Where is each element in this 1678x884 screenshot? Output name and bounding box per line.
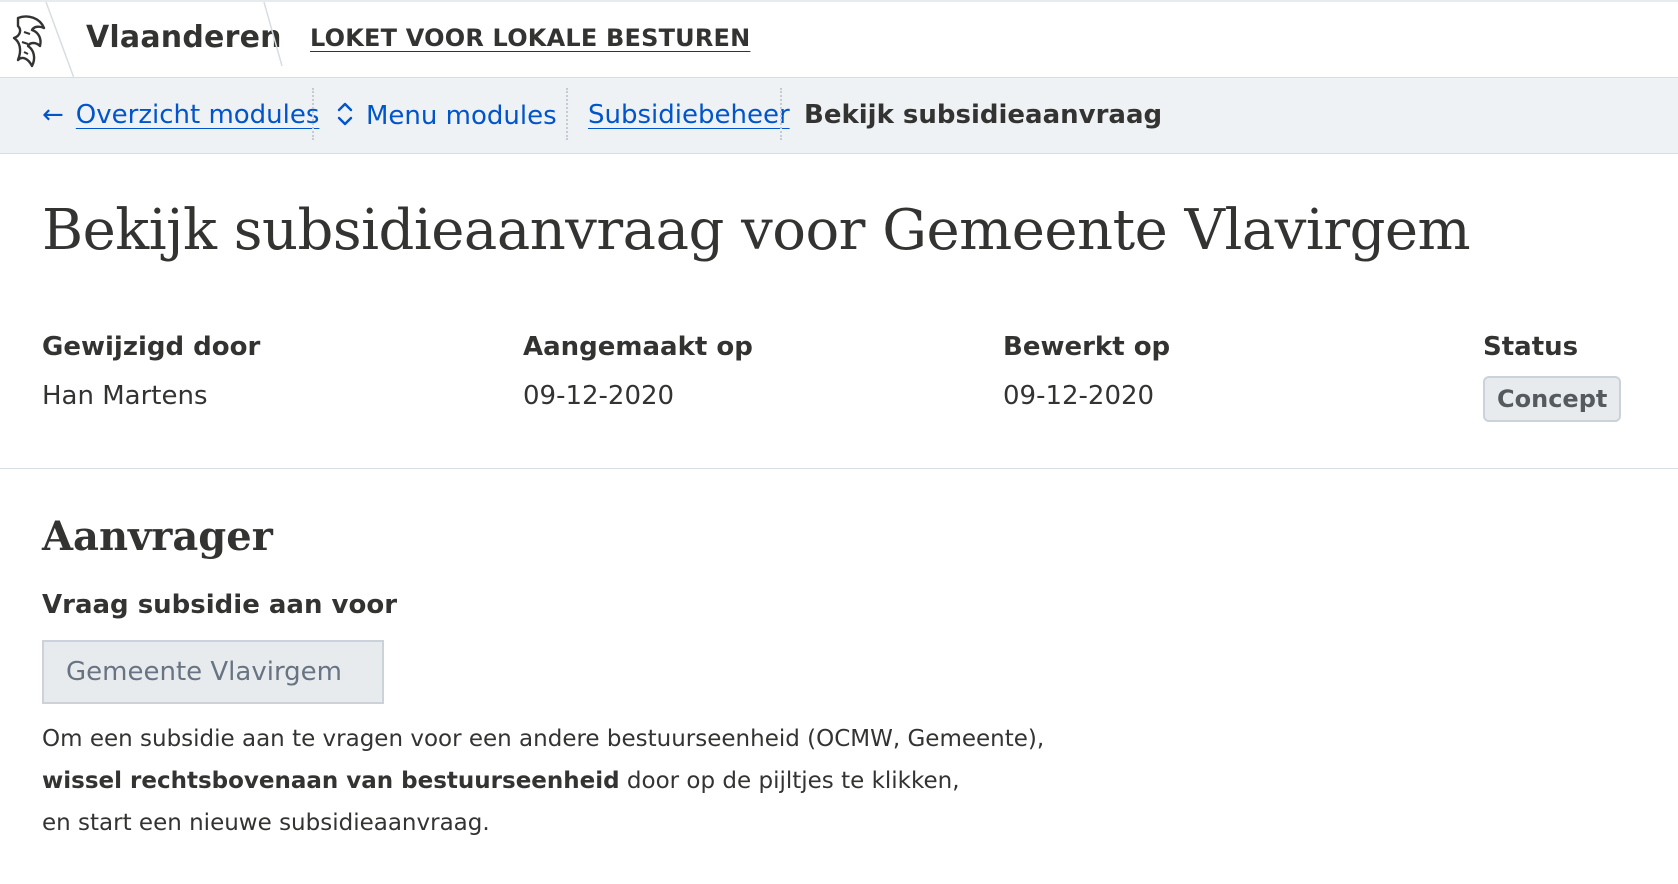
breadcrumb-overzicht-modules[interactable]: ← Overzicht modules bbox=[42, 100, 319, 130]
meta-value: 09-12-2020 bbox=[523, 381, 675, 411]
meta-value: 09-12-2020 bbox=[1003, 381, 1155, 411]
breadcrumb-label: Overzicht modules bbox=[75, 100, 320, 130]
meta-label: Status bbox=[1483, 332, 1579, 362]
page-title: Bekijk subsidieaanvraag voor Gemeente Vl… bbox=[42, 198, 1471, 263]
breadcrumb-separator bbox=[566, 88, 568, 140]
help-line: wissel rechtsbovenaan van bestuurseenhei… bbox=[42, 760, 1044, 802]
meta-created-on: Aangemaakt op 09-12-2020 bbox=[523, 330, 753, 412]
breadcrumb-label: Menu modules bbox=[366, 101, 557, 131]
meta-label: Aangemaakt op bbox=[523, 332, 753, 362]
meta-status: Status Concept bbox=[1483, 330, 1622, 422]
global-header: Vlaanderen LOKET VOOR LOKALE BESTUREN bbox=[0, 0, 1678, 78]
meta-edited-on: Bewerkt op 09-12-2020 bbox=[1003, 330, 1170, 412]
breadcrumb-subsidiebeheer[interactable]: Subsidiebeheer bbox=[588, 100, 790, 130]
breadcrumb: ← Overzicht modules Menu modules Subsidie… bbox=[0, 78, 1678, 154]
help-emphasis: wissel rechtsbovenaan van bestuurseenhei… bbox=[42, 768, 620, 794]
help-text: Om een subsidie aan te vragen voor een a… bbox=[42, 718, 1044, 844]
brand-name: Vlaanderen bbox=[86, 20, 282, 55]
applicant-field[interactable] bbox=[42, 640, 384, 704]
help-line-rest: door op de pijltjes te klikken, bbox=[619, 768, 960, 794]
breadcrumb-menu-modules[interactable]: Menu modules bbox=[336, 100, 557, 131]
field-label: Vraag subsidie aan voor bbox=[42, 590, 398, 620]
meta-value: Han Martens bbox=[42, 381, 208, 411]
chevron-up-down-icon bbox=[336, 100, 354, 131]
help-line: Om een subsidie aan te vragen voor een a… bbox=[42, 726, 1045, 752]
breadcrumb-separator bbox=[312, 88, 314, 140]
status-badge: Concept bbox=[1483, 376, 1622, 422]
section-divider bbox=[0, 468, 1678, 469]
app-title-link[interactable]: LOKET VOOR LOKALE BESTUREN bbox=[310, 24, 750, 52]
breadcrumb-separator bbox=[780, 88, 782, 140]
vlaanderen-lion-logo-icon[interactable] bbox=[0, 2, 74, 78]
meta-label: Bewerkt op bbox=[1003, 332, 1171, 362]
breadcrumb-current-page: Bekijk subsidieaanvraag bbox=[804, 100, 1163, 130]
arrow-left-icon: ← bbox=[42, 100, 64, 130]
meta-modified-by: Gewijzigd door Han Martens bbox=[42, 330, 260, 412]
section-title: Aanvrager bbox=[42, 513, 273, 560]
header-divider bbox=[263, 2, 283, 66]
help-line: en start een nieuwe subsidieaanvraag. bbox=[42, 810, 490, 836]
meta-label: Gewijzigd door bbox=[42, 332, 261, 362]
